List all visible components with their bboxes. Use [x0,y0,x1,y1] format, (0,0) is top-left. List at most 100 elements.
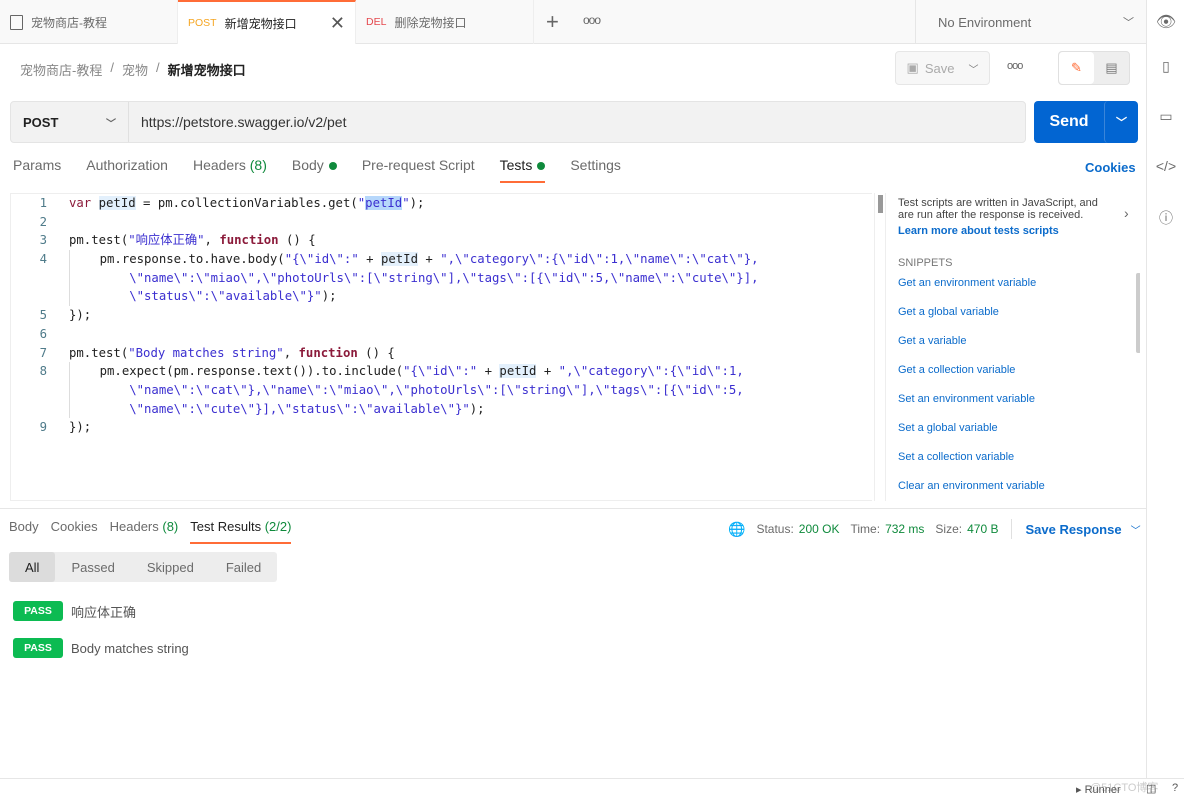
snippet-link[interactable]: Set a collection variable [898,451,1140,480]
tab-del-request[interactable]: DEL 删除宠物接口 [356,0,534,44]
environment-select[interactable]: No Environment ﹀ [915,0,1146,44]
filter-all[interactable]: All [9,552,56,582]
code-line[interactable]: 5}); [11,306,872,325]
tab-test-results[interactable]: Test Results (2/2) [190,519,292,544]
code-line[interactable]: \"name\":\"cute\"}],\"status\":\"availab… [11,399,872,419]
code-line[interactable]: 6 [11,325,872,344]
tab-prerequest[interactable]: Pre-request Script [362,157,475,183]
snippet-link[interactable]: Get a collection variable [898,364,1140,393]
line-number [11,400,49,419]
help-icon[interactable]: ? [1172,782,1178,794]
status-label: Status: [756,522,794,536]
divider [0,508,1146,509]
code-token: , [283,345,299,360]
code-token: petId [499,364,537,379]
code-icon[interactable]: </> [1147,158,1184,174]
code-line[interactable]: 9}); [11,418,872,437]
code-line[interactable]: 1 var petId = pm.collectionVariables.get(… [11,194,872,213]
filter-failed[interactable]: Failed [210,552,277,582]
code-line[interactable]: \"name\":\"cat\"},\"name\":\"miao\",\"ph… [11,380,872,400]
code-line[interactable]: 8 pm.expect(pm.response.text()).to.inclu… [11,362,872,381]
tab-tests[interactable]: Tests [499,157,546,183]
code-token: "响应体正确" [128,233,205,248]
edit-icon[interactable]: ✎ [1059,52,1094,84]
code-line[interactable]: 7 pm.test("Body matches string", function… [11,344,872,363]
code-line[interactable]: 4 pm.response.to.have.body("{\"id\":" + … [11,250,872,269]
line-number [11,269,49,288]
line-code: pm.response.to.have.body("{\"id\":" + pe… [69,250,759,269]
tab-authorization[interactable]: Authorization [86,157,168,183]
url-input[interactable]: https://petstore.swagger.io/v2/pet [129,102,346,142]
eye-icon[interactable]: 👁 [1147,12,1184,32]
filter-passed[interactable]: Passed [55,552,130,582]
breadcrumb-request: 新增宠物接口 [167,63,246,78]
method-select[interactable]: POST ﹀ [11,102,129,142]
code-line[interactable]: 2 [11,213,872,232]
snippet-link[interactable]: Get a variable [898,335,1140,364]
right-sidebar: 👁 ▯ ▭ </> ⓘ [1146,0,1184,778]
chevron-down-icon[interactable]: ﹀ [1131,522,1141,537]
code-line[interactable]: 3 pm.test("响应体正确", function () { [11,231,872,250]
snippet-link[interactable]: Get a global variable [898,306,1140,335]
send-button[interactable]: Send ﹀ [1034,101,1138,143]
tab-label: Headers [109,519,159,534]
code-token: "{\"id\":" [284,252,359,267]
close-icon[interactable]: ✕ [330,13,345,34]
tab-params[interactable]: Params [13,157,61,183]
tab-response-headers[interactable]: Headers (8) [110,519,179,544]
globe-lock-icon[interactable]: 🌐 [728,521,745,538]
learn-more-link[interactable]: Learn more about tests scripts [890,221,1140,241]
line-code: pm.expect(pm.response.text()).to.include… [69,362,744,381]
line-code: pm.test("Body matches string", function … [49,344,395,363]
chevron-down-icon[interactable]: ﹀ [968,61,978,76]
code-line[interactable]: \"status\":\"available\"}"); [11,287,872,307]
save-button[interactable]: ▣ Save ﹀ [895,51,990,85]
line-number: 4 [39,252,47,267]
time-value: 732 ms [885,522,925,536]
more-icon[interactable]: ooo [1007,60,1023,72]
plus-icon[interactable]: + [546,9,559,35]
chevron-right-icon[interactable]: › [1124,205,1129,221]
tab-headers[interactable]: Headers (8) [193,157,267,183]
two-pane-icon[interactable]: ◫ [1146,782,1156,795]
breadcrumb-folder[interactable]: 宠物 [122,60,148,79]
code-token: + [358,252,381,267]
line-code: }); [49,306,91,325]
chevron-down-icon: ﹀ [1123,17,1134,29]
line-number [11,287,49,306]
documentation-icon[interactable]: ▯ [1147,58,1184,75]
snippets-scrollbar[interactable] [1136,273,1140,353]
snippet-link[interactable]: Clear an environment variable [898,480,1140,501]
tab-settings[interactable]: Settings [570,157,621,183]
comment-icon[interactable]: ▤ [1094,52,1129,84]
scroll-thumb[interactable] [877,195,883,213]
save-response-button[interactable]: Save Response [1025,522,1121,537]
editor-scrollbar[interactable] [874,193,886,501]
line-number: 3 [39,233,47,248]
snippet-link[interactable]: Get an environment variable [898,277,1140,306]
tab-post-request[interactable]: POST 新增宠物接口 ✕ [178,0,356,44]
code-token: , [204,233,220,248]
tab-response-body[interactable]: Body [9,519,39,544]
tab-label: 删除宠物接口 [394,15,467,30]
chevron-down-icon[interactable]: ﹀ [1104,101,1138,143]
snippet-link[interactable]: Set an environment variable [898,393,1140,422]
cookies-link[interactable]: Cookies [1085,160,1136,175]
info-icon[interactable]: ⓘ [1147,208,1184,228]
breadcrumb-collection[interactable]: 宠物商店-教程 [20,60,102,79]
runner-button[interactable]: ▸ Runner [1076,783,1121,796]
code-editor[interactable]: 1 var petId = pm.collectionVariables.get(… [10,193,872,501]
snippet-link[interactable]: Set a global variable [898,422,1140,451]
tab-body[interactable]: Body [292,157,337,183]
code-line[interactable]: \"name\":\"miao\",\"photoUrls\":[\"strin… [11,268,872,288]
view-toggle: ✎ ▤ [1058,51,1130,85]
code-token: var [69,196,99,210]
filter-skipped[interactable]: Skipped [131,552,210,582]
tab-response-cookies[interactable]: Cookies [51,519,98,544]
more-icon[interactable]: ooo [583,13,601,27]
tab-collection[interactable]: 宠物商店-教程 [0,0,178,44]
comments-icon[interactable]: ▭ [1147,108,1184,125]
tab-label: Headers [192,157,246,173]
